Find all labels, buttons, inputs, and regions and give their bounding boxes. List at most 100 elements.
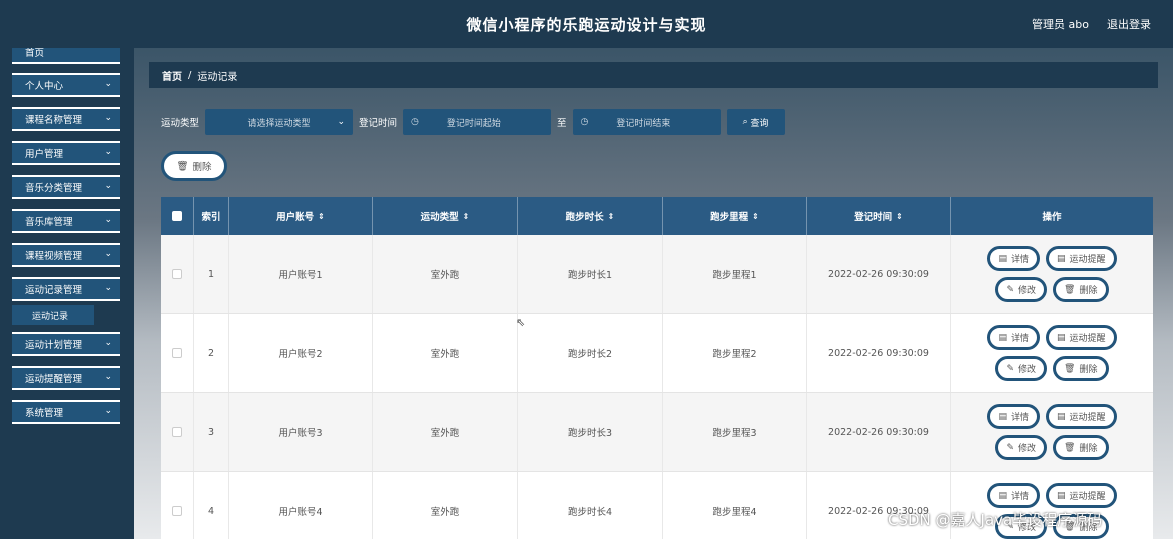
app-title: 微信小程序的乐跑运动设计与实现	[466, 15, 707, 34]
logout-link[interactable]: 退出登录	[1107, 16, 1151, 32]
cell-account: 用户账号3	[229, 393, 373, 471]
clock-icon: ◷	[411, 117, 419, 127]
col-account: 用户账号	[276, 212, 315, 223]
end-date-placeholder: 登记时间结束	[616, 118, 671, 129]
col-type-sort[interactable]: 运动类型 ⇕	[373, 197, 518, 235]
row-checkbox[interactable]	[172, 427, 182, 437]
cell-duration: 跑步时长4	[518, 472, 663, 539]
cell-distance: 跑步里程1	[663, 235, 807, 313]
sidebar-item-system[interactable]: 系统管理 ⌄	[12, 400, 120, 424]
col-distance-sort[interactable]: 跑步里程 ⇕	[663, 197, 807, 235]
detail-button[interactable]: ▤ 详情	[987, 325, 1040, 350]
col-duration-sort[interactable]: 跑步时长 ⇕	[518, 197, 663, 235]
cell-time: 2022-02-26 09:30:09	[807, 235, 951, 313]
delete-button[interactable]: 🗑 删除	[1053, 277, 1109, 302]
cell-account: 用户账号4	[229, 472, 373, 539]
batch-delete-label: 删除	[192, 162, 212, 173]
to-label: 至	[557, 118, 567, 129]
sidebar-item-exercise-plan[interactable]: 运动计划管理 ⌄	[12, 332, 120, 356]
pencil-icon: ✎	[1006, 363, 1015, 374]
select-all-checkbox[interactable]	[172, 211, 182, 221]
sidebar-item-course-video[interactable]: 课程视频管理 ⌄	[12, 243, 120, 267]
clock-icon: ◷	[580, 117, 589, 127]
sidebar-item-home[interactable]: 首页	[12, 48, 120, 64]
query-button[interactable]: ⌕ 查询	[726, 109, 785, 135]
main-content: 首页 / 运动记录 运动类型 请选择运动类型 ⌄ 登记时间 ◷ 登记时间起始 至…	[134, 48, 1173, 539]
row-checkbox[interactable]	[172, 506, 182, 516]
remind-button[interactable]: ▤ 运动提醒	[1046, 246, 1117, 271]
batch-delete-button[interactable]: 🗑 删除	[161, 151, 227, 181]
document-icon: ▤	[1057, 490, 1066, 501]
sidebar-item-label: 课程名称管理	[25, 115, 83, 126]
cell-distance: 跑步里程4	[663, 472, 807, 539]
edit-button[interactable]: ✎ 修改	[995, 356, 1048, 381]
chevron-down-icon: ⌄	[104, 79, 112, 89]
detail-button[interactable]: ▤ 详情	[987, 246, 1040, 271]
sidebar-item-personal[interactable]: 个人中心 ⌄	[12, 73, 120, 97]
pencil-icon: ✎	[1006, 442, 1015, 453]
delete-label: 删除	[1079, 444, 1098, 454]
sidebar-item-music-library[interactable]: 音乐库管理 ⌄	[12, 209, 120, 233]
detail-label: 详情	[1010, 255, 1029, 265]
search-bar: 运动类型 请选择运动类型 ⌄ 登记时间 ◷ 登记时间起始 至 ◷ 登记时间结束 …	[161, 109, 785, 135]
chevron-down-icon: ⌄	[104, 113, 112, 123]
type-select[interactable]: 请选择运动类型 ⌄	[205, 109, 354, 135]
cell-type: 室外跑	[373, 393, 518, 471]
cell-distance: 跑步里程2	[663, 314, 807, 392]
sidebar-item-label: 音乐分类管理	[25, 183, 83, 194]
detail-label: 详情	[1010, 492, 1029, 502]
type-select-placeholder: 请选择运动类型	[247, 118, 311, 129]
sidebar-item-exercise-record[interactable]: 运动记录管理 ⌄	[12, 277, 120, 301]
time-label: 登记时间	[359, 118, 398, 129]
edit-label: 修改	[1018, 365, 1037, 375]
breadcrumb-home[interactable]: 首页	[162, 68, 182, 83]
row-checkbox[interactable]	[172, 269, 182, 279]
end-date-input[interactable]: ◷ 登记时间结束	[572, 109, 721, 135]
remind-button[interactable]: ▤ 运动提醒	[1046, 325, 1117, 350]
col-index: 索引	[201, 212, 221, 223]
sidebar-item-users[interactable]: 用户管理 ⌄	[12, 141, 120, 165]
sidebar-item-label: 系统管理	[25, 408, 64, 419]
edit-button[interactable]: ✎ 修改	[995, 277, 1048, 302]
detail-button[interactable]: ▤ 详情	[987, 483, 1040, 508]
query-label: 查询	[750, 118, 769, 129]
row-checkbox[interactable]	[172, 348, 182, 358]
trash-icon: 🗑	[1064, 363, 1076, 374]
sidebar-subitem-label: 运动记录	[32, 311, 69, 322]
remind-button[interactable]: ▤ 运动提醒	[1046, 404, 1117, 429]
cell-account: 用户账号1	[229, 235, 373, 313]
delete-button[interactable]: 🗑 删除	[1053, 356, 1109, 381]
delete-button[interactable]: 🗑 删除	[1053, 435, 1109, 460]
cell-duration: 跑步时长3	[518, 393, 663, 471]
sidebar-item-exercise-reminder[interactable]: 运动提醒管理 ⌄	[12, 366, 120, 390]
edit-button[interactable]: ✎ 修改	[995, 435, 1048, 460]
remind-button[interactable]: ▤ 运动提醒	[1046, 483, 1117, 508]
sidebar-item-music-category[interactable]: 音乐分类管理 ⌄	[12, 175, 120, 199]
chevron-down-icon: ⌄	[104, 338, 112, 348]
chevron-down-icon: ⌄	[104, 372, 112, 382]
edit-label: 修改	[1018, 286, 1037, 296]
trash-icon: 🗑	[1064, 442, 1076, 453]
remind-label: 运动提醒	[1069, 334, 1106, 344]
sidebar-subitem-exercise-record[interactable]: 运动记录	[12, 305, 94, 325]
document-icon: ▤	[998, 490, 1007, 501]
sidebar-item-course[interactable]: 课程名称管理 ⌄	[12, 107, 120, 131]
records-table: 索引 用户账号 ⇕ 运动类型 ⇕ 跑步时长 ⇕ 跑步里程 ⇕ 登记时间 ⇕ 操作 1 用户…	[161, 197, 1153, 539]
col-type: 运动类型	[420, 212, 459, 223]
detail-button[interactable]: ▤ 详情	[987, 404, 1040, 429]
document-icon: ▤	[998, 253, 1007, 264]
chevron-down-icon: ⌄	[104, 249, 112, 259]
document-icon: ▤	[998, 411, 1007, 422]
type-label: 运动类型	[161, 118, 200, 129]
breadcrumb: 首页 / 运动记录	[149, 62, 1158, 88]
cell-type: 室外跑	[373, 314, 518, 392]
sidebar-item-label: 运动提醒管理	[25, 374, 83, 385]
col-account-sort[interactable]: 用户账号 ⇕	[229, 197, 373, 235]
table-header: 索引 用户账号 ⇕ 运动类型 ⇕ 跑步时长 ⇕ 跑步里程 ⇕ 登记时间 ⇕ 操作	[161, 197, 1153, 235]
col-time: 登记时间	[854, 212, 893, 223]
remind-label: 运动提醒	[1069, 255, 1106, 265]
start-date-input[interactable]: ◷ 登记时间起始	[403, 109, 552, 135]
document-icon: ▤	[998, 332, 1007, 343]
sidebar-item-label: 音乐库管理	[25, 217, 73, 228]
col-time-sort[interactable]: 登记时间 ⇕	[807, 197, 951, 235]
